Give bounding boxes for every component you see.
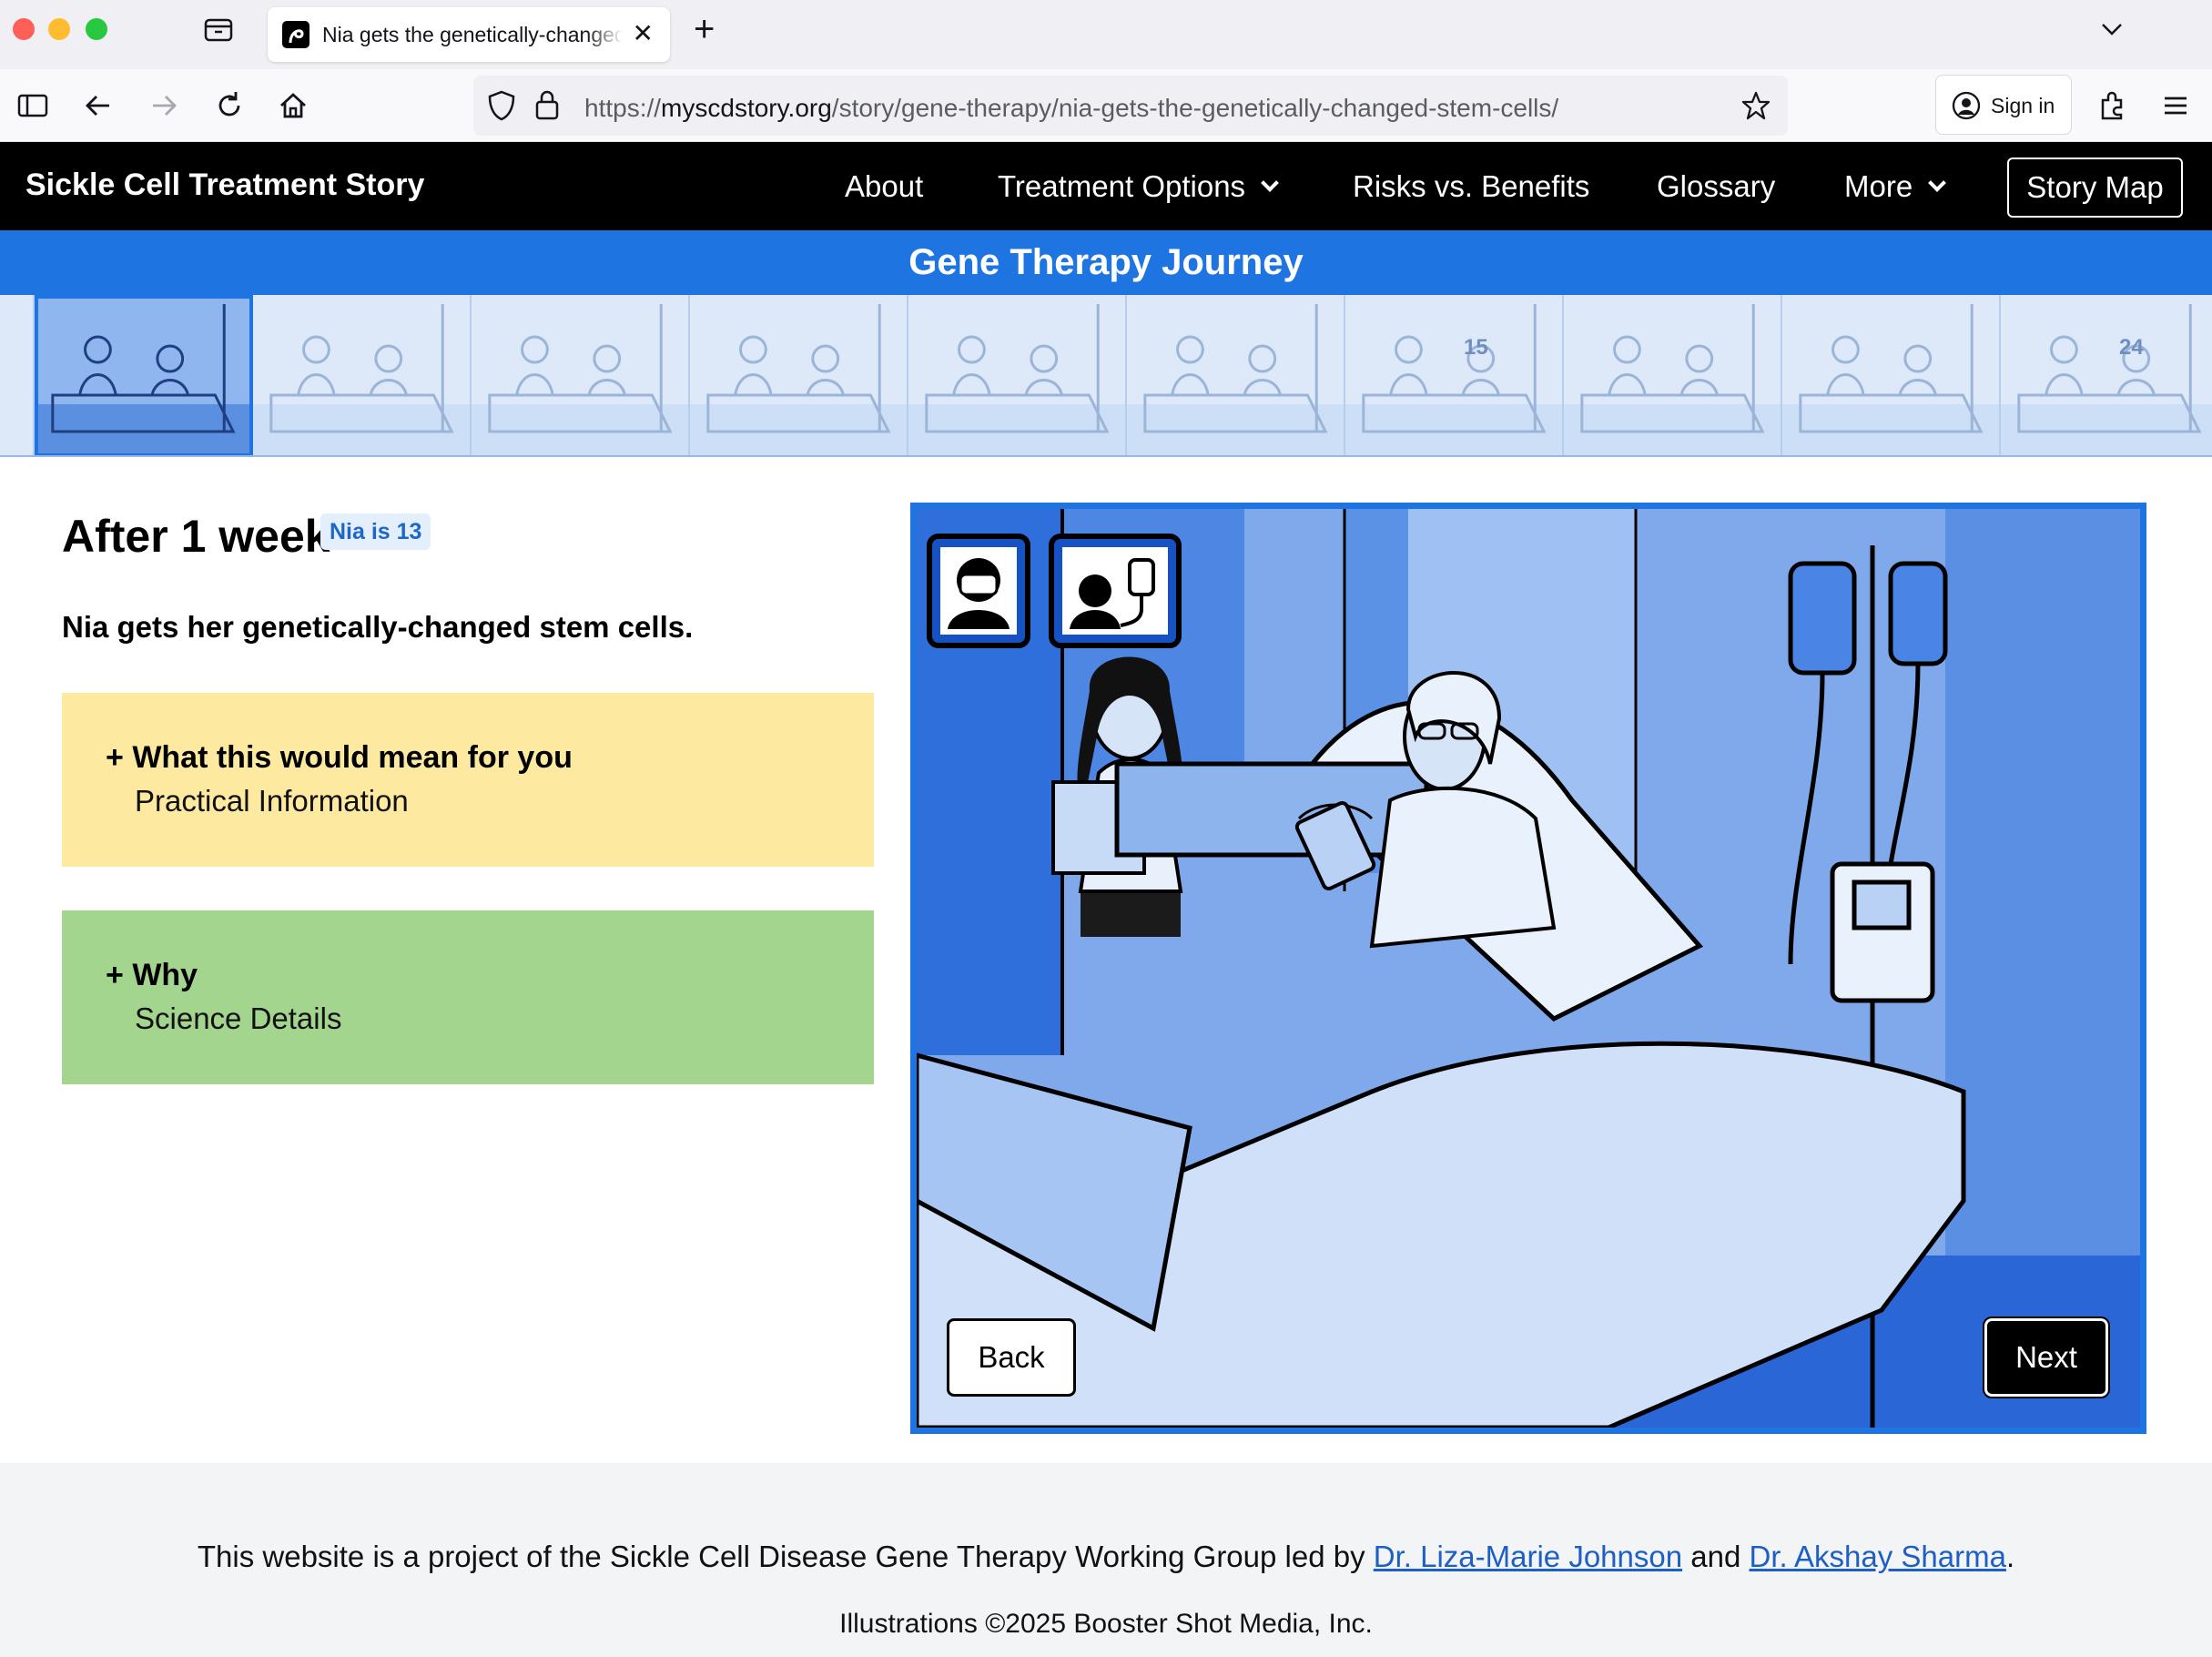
window-close-button[interactable]	[13, 18, 35, 40]
back-arrow-icon[interactable]	[80, 87, 117, 124]
sign-in-label: Sign in	[1991, 94, 2055, 117]
nav-treatment-options-label: Treatment Options	[998, 169, 1246, 203]
site-title-link[interactable]: Sickle Cell Treatment Story	[25, 168, 424, 203]
lock-icon[interactable]	[533, 88, 561, 121]
frame-label: 15	[1464, 335, 1488, 360]
hospital-scene-image	[917, 509, 2140, 1428]
nav-risks-benefits[interactable]: Risks vs. Benefits	[1353, 169, 1589, 204]
plus-icon: +	[106, 958, 124, 992]
footer-and-text: and	[1682, 1540, 1750, 1573]
account-icon	[1952, 91, 1981, 120]
tab-close-icon[interactable]: ✕	[633, 20, 654, 47]
filmstrip-frame[interactable]	[472, 295, 690, 455]
url-path: /story/gene-therapy/nia-gets-the-genetic…	[831, 94, 1559, 122]
nav-treatment-options[interactable]: Treatment Options	[998, 169, 1279, 204]
filmstrip-frame[interactable]	[0, 295, 35, 455]
site-footer: This website is a project of the Sickle …	[0, 1463, 2212, 1657]
footer-period: .	[2005, 1540, 2015, 1573]
filmstrip-frame[interactable]	[908, 295, 1127, 455]
window-zoom-button[interactable]	[86, 18, 107, 40]
accordion-title-text: Why	[132, 958, 198, 992]
site-favicon-icon	[282, 21, 309, 48]
page-heading: After 1 week	[62, 511, 330, 562]
filmstrip-frame[interactable]	[35, 295, 253, 455]
app-menu-icon[interactable]	[2157, 87, 2194, 124]
masked-person-icon	[927, 534, 1030, 648]
nav-glossary[interactable]: Glossary	[1657, 169, 1775, 204]
filmstrip-frame[interactable]	[1564, 295, 1782, 455]
nav-more-label: More	[1844, 169, 1913, 203]
accordion-title: + What this would mean for you	[106, 740, 573, 776]
accordion-title-text: What this would mean for you	[132, 740, 573, 775]
tab-list-chevron-icon[interactable]	[2095, 13, 2128, 46]
tracking-shield-icon[interactable]	[486, 89, 517, 122]
scene-illustration	[910, 503, 2146, 1434]
frame-label: 24	[2119, 335, 2144, 360]
forward-arrow-icon[interactable]	[146, 87, 182, 124]
reload-icon[interactable]	[211, 87, 248, 124]
url-text[interactable]: https://myscdstory.org/story/gene-therap…	[584, 94, 1558, 123]
footer-credit: This website is a project of the Sickle …	[0, 1540, 2212, 1574]
url-scheme: https://	[584, 94, 662, 122]
window-minimize-button[interactable]	[48, 18, 70, 40]
browser-tab-active[interactable]: Nia gets the genetically-changed stem ce…	[268, 7, 670, 62]
accordion-practical-info[interactable]: + What this would mean for you Practical…	[62, 693, 874, 867]
accordion-subtitle: Practical Information	[135, 784, 409, 818]
next-button[interactable]: Next	[1983, 1316, 2110, 1398]
chevron-down-icon	[1928, 174, 1947, 192]
section-banner: Gene Therapy Journey	[0, 230, 2212, 295]
plus-icon: +	[106, 740, 124, 775]
browser-toolbar: https://myscdstory.org/story/gene-therap…	[0, 69, 2212, 142]
footer-credit-text: This website is a project of the Sickle …	[197, 1540, 1374, 1573]
scene-summary: Nia gets her genetically-changed stem ce…	[62, 610, 694, 644]
age-badge: Nia is 13	[320, 513, 431, 550]
url-host: myscdstory.org	[661, 94, 832, 122]
accordion-title: + Why	[106, 958, 198, 993]
footer-link-johnson[interactable]: Dr. Liza-Marie Johnson	[1374, 1540, 1682, 1573]
address-bar[interactable]: https://myscdstory.org/story/gene-therap…	[473, 76, 1788, 136]
tab-manager-icon[interactable]	[202, 13, 235, 46]
footer-link-sharma[interactable]: Dr. Akshay Sharma	[1750, 1540, 2006, 1573]
filmstrip-frame[interactable]	[253, 295, 472, 455]
accordion-science-details[interactable]: + Why Science Details	[62, 910, 874, 1084]
story-filmstrip: 15 24	[0, 295, 2212, 457]
browser-tab-bar: Nia gets the genetically-changed stem ce…	[0, 0, 2212, 69]
chevron-down-icon	[1261, 174, 1279, 192]
filmstrip-frame[interactable]	[1782, 295, 2001, 455]
story-map-button[interactable]: Story Map	[2007, 158, 2183, 218]
bookmark-star-icon[interactable]	[1740, 90, 1771, 121]
section-title: Gene Therapy Journey	[908, 242, 1304, 282]
back-button[interactable]: Back	[947, 1318, 1076, 1397]
filmstrip-frame[interactable]	[1127, 295, 1345, 455]
nav-more[interactable]: More	[1844, 169, 1947, 204]
filmstrip-frame[interactable]: 24	[2001, 295, 2212, 455]
sidebar-toggle-icon[interactable]	[15, 87, 51, 124]
accordion-subtitle: Science Details	[135, 1001, 342, 1035]
footer-copyright: Illustrations ©2025 Booster Shot Media, …	[839, 1609, 1373, 1639]
nav-about[interactable]: About	[845, 169, 923, 204]
person-iv-infusion-icon	[1049, 534, 1182, 648]
site-header: Sickle Cell Treatment Story About Treatm…	[0, 142, 2212, 230]
extensions-icon[interactable]	[2094, 87, 2130, 124]
home-icon[interactable]	[275, 87, 311, 124]
new-tab-icon[interactable]: +	[694, 11, 715, 47]
tab-title: Nia gets the genetically-changed stem ce…	[322, 23, 623, 46]
filmstrip-frame[interactable]	[690, 295, 908, 455]
sign-in-button[interactable]: Sign in	[1935, 75, 2072, 135]
filmstrip-frame[interactable]: 15	[1345, 295, 1564, 455]
